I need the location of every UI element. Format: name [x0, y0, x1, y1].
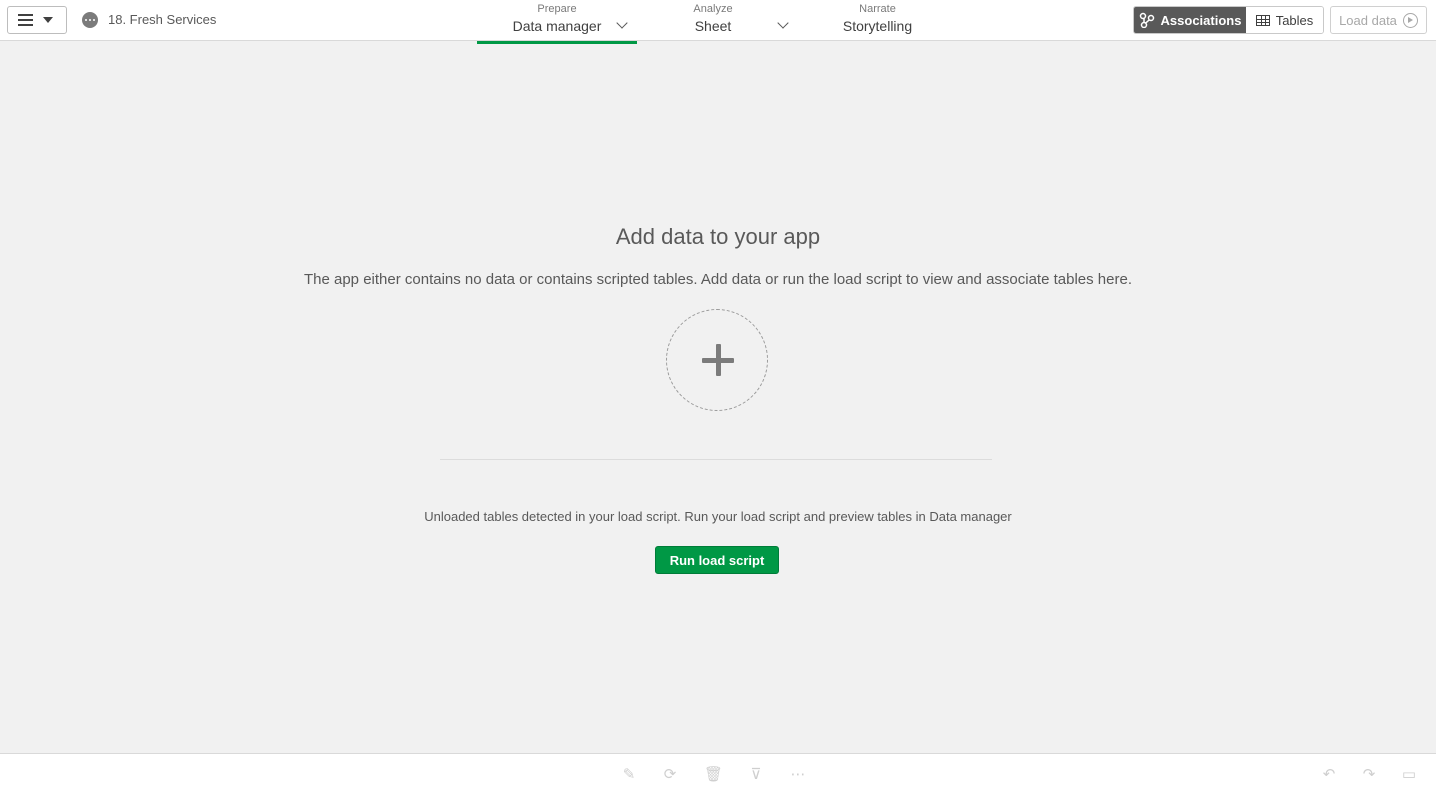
- run-load-script-button[interactable]: Run load script: [655, 546, 779, 574]
- divider: [440, 459, 992, 460]
- panel-icon[interactable]: ▭: [1400, 766, 1418, 782]
- load-data-label: Load data: [1339, 12, 1397, 28]
- tab-analyze-category: Analyze: [693, 3, 733, 15]
- app-icon[interactable]: [82, 12, 98, 28]
- caret-down-icon: [43, 17, 53, 23]
- add-data-button[interactable]: [666, 309, 768, 411]
- tables-label: Tables: [1275, 12, 1314, 28]
- bottom-toolbar: ✎ ⟳ 🗑 ⊽ ⋯ ↶ ↷ ▭: [0, 753, 1436, 793]
- tab-analyze[interactable]: Analyze Sheet: [660, 3, 789, 40]
- global-menu-button[interactable]: [7, 6, 67, 34]
- active-tab-indicator: [477, 41, 637, 44]
- associations-icon: [1139, 12, 1154, 28]
- tab-narrate[interactable]: Narrate Storytelling: [830, 3, 925, 40]
- empty-state-description: The app either contains no data or conta…: [303, 271, 1132, 288]
- associations-button[interactable]: Associations: [1134, 7, 1246, 33]
- tab-prepare-category: Prepare: [537, 3, 577, 15]
- load-data-button[interactable]: Load data: [1330, 6, 1427, 34]
- tab-prepare[interactable]: Prepare Data manager: [477, 3, 637, 44]
- delete-icon[interactable]: 🗑: [704, 766, 723, 782]
- refresh-icon[interactable]: ⟳: [661, 766, 679, 782]
- unloaded-tables-notice: Unloaded tables detected in your load sc…: [424, 509, 1012, 524]
- associations-label: Associations: [1160, 12, 1242, 28]
- undo-icon[interactable]: ↶: [1320, 766, 1338, 782]
- tab-narrate-category: Narrate: [859, 3, 896, 15]
- empty-state-heading: Add data to your app: [615, 224, 821, 249]
- menu-icon: [18, 14, 33, 26]
- tab-analyze-label: Sheet: [694, 18, 732, 34]
- edit-icon[interactable]: ✎: [620, 766, 638, 782]
- add-icon-vertical: [716, 344, 721, 376]
- play-icon: [1402, 12, 1418, 28]
- tables-button[interactable]: Tables: [1246, 7, 1323, 33]
- redo-icon[interactable]: ↷: [1360, 766, 1378, 782]
- clear-filter-icon[interactable]: ⊽: [747, 766, 765, 782]
- view-toggle: Associations Tables: [1133, 6, 1324, 34]
- top-bar: 18. Fresh Services Prepare Data manager …: [0, 0, 1436, 44]
- chevron-down-icon[interactable]: [777, 17, 789, 29]
- tab-narrate-label: Storytelling: [842, 18, 913, 34]
- more-icon[interactable]: ⋯: [789, 766, 807, 782]
- app-title[interactable]: 18. Fresh Services: [108, 12, 216, 27]
- tab-prepare-label: Data manager: [512, 18, 602, 34]
- tables-icon: [1255, 14, 1270, 26]
